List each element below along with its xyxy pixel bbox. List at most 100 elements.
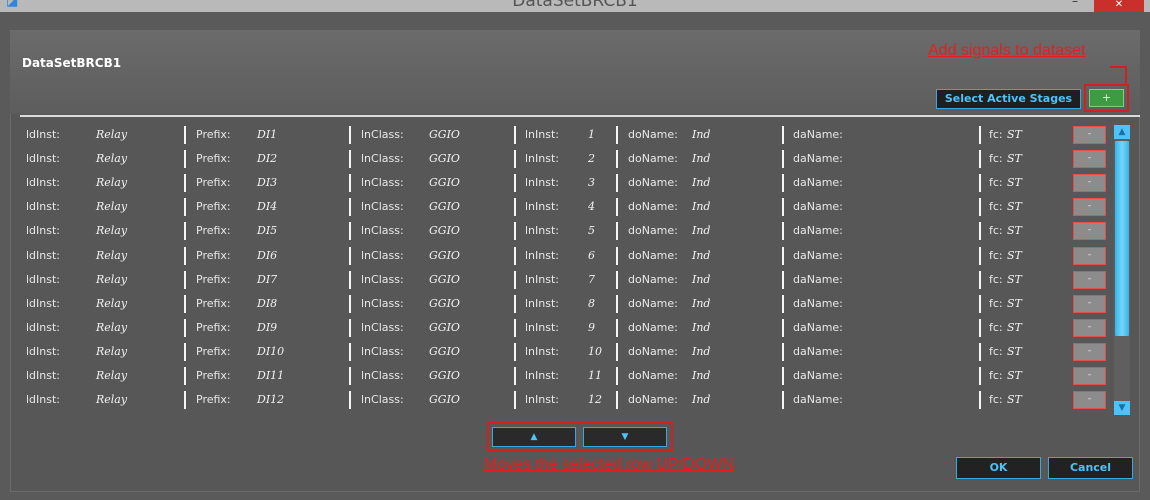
remove-row-button[interactable]: - — [1073, 150, 1106, 169]
column-divider — [349, 126, 351, 144]
column-divider — [782, 126, 784, 144]
field-label-daName: daName: — [793, 272, 843, 286]
field-label-doName: doName: — [628, 176, 678, 190]
field-label-fc: fc: — [989, 369, 1003, 382]
field-label-daName: daName: — [793, 176, 843, 190]
table-row[interactable]: ldInst: Relay Prefix: DI7 lnClass: GGIO lnInst… — [24, 269, 1109, 291]
field-label-doName: doName: — [628, 369, 678, 382]
column-divider — [184, 270, 186, 289]
field-label-fc: fc: — [989, 272, 1003, 286]
field-label-prefix: Prefix: — [196, 200, 231, 214]
table-row[interactable]: ldInst: Relay Prefix: DI5 lnClass: GGIO lnInst… — [24, 220, 1109, 242]
header-separator — [20, 115, 1140, 117]
table-row[interactable]: ldInst: Relay Prefix: DI1 lnClass: GGIO lnInst… — [24, 124, 1109, 146]
scroll-up-arrow-icon[interactable]: ▲ — [1114, 125, 1130, 139]
column-divider — [782, 367, 784, 385]
remove-row-button[interactable]: - — [1073, 174, 1106, 193]
field-label-lnClass: lnClass: — [361, 200, 404, 214]
remove-row-button[interactable]: - — [1073, 246, 1106, 265]
vertical-scrollbar[interactable]: ▲ ▼ — [1114, 125, 1130, 415]
table-row[interactable]: ldInst: Relay Prefix: DI2 lnClass: GGIO lnInst… — [24, 148, 1109, 170]
table-row[interactable]: ldInst: Relay Prefix: DI4 lnClass: GGIO lnInst… — [24, 196, 1109, 218]
field-label-fc: fc: — [989, 296, 1003, 310]
column-divider — [782, 342, 784, 361]
ok-button[interactable]: OK — [956, 457, 1041, 479]
column-divider — [514, 198, 516, 217]
table-row[interactable]: ldInst: Relay Prefix: DI6 lnClass: GGIO lnInst… — [24, 245, 1109, 267]
column-divider — [514, 222, 516, 241]
remove-row-button[interactable]: - — [1073, 391, 1106, 410]
column-divider — [979, 294, 981, 313]
field-value-fc: ST — [1007, 272, 1022, 286]
column-divider — [514, 270, 516, 289]
column-divider — [514, 246, 516, 265]
field-label-daName: daName: — [793, 369, 843, 382]
remove-row-button[interactable]: - — [1073, 126, 1106, 144]
table-row[interactable]: ldInst: Relay Prefix: DI8 lnClass: GGIO lnInst… — [24, 293, 1109, 315]
remove-row-button[interactable]: - — [1073, 198, 1106, 217]
add-signal-button[interactable]: + — [1089, 89, 1124, 107]
column-divider — [782, 198, 784, 217]
field-value-doName: Ind — [692, 320, 711, 334]
field-value-prefix: DI1 — [257, 128, 278, 141]
table-row[interactable]: ldInst: Relay Prefix: DI3 lnClass: GGIO lnInst… — [24, 172, 1109, 194]
field-label-lnInst: lnInst: — [525, 200, 559, 214]
remove-row-button[interactable]: - — [1073, 367, 1106, 385]
field-label-lnInst: lnInst: — [525, 272, 559, 286]
scroll-down-arrow-icon[interactable]: ▼ — [1114, 401, 1130, 415]
column-divider — [782, 150, 784, 169]
field-label-lnInst: lnInst: — [525, 224, 559, 238]
column-divider — [616, 294, 618, 313]
remove-row-button[interactable]: - — [1073, 294, 1106, 313]
field-label-prefix: Prefix: — [196, 369, 231, 382]
column-divider — [979, 318, 981, 337]
close-button[interactable]: ✕ — [1094, 0, 1144, 12]
field-label-lnClass: lnClass: — [361, 176, 404, 190]
field-label-prefix: Prefix: — [196, 152, 231, 166]
column-divider — [782, 246, 784, 265]
field-label-daName: daName: — [793, 296, 843, 310]
field-value-lnClass: GGIO — [429, 320, 460, 334]
field-value-prefix: DI10 — [257, 344, 285, 358]
field-value-lnInst: 8 — [588, 296, 595, 310]
field-value-fc: ST — [1007, 344, 1022, 358]
remove-row-button[interactable]: - — [1073, 318, 1106, 337]
field-label-doName: doName: — [628, 200, 678, 214]
remove-row-button[interactable]: - — [1073, 342, 1106, 361]
column-divider — [514, 294, 516, 313]
field-value-lnInst: 11 — [588, 369, 602, 382]
field-value-lnInst: 4 — [588, 200, 595, 214]
minimize-button[interactable]: – — [1072, 0, 1078, 8]
field-label-ldInst: ldInst: — [26, 393, 61, 407]
remove-row-button[interactable]: - — [1073, 222, 1106, 241]
field-label-prefix: Prefix: — [196, 128, 231, 141]
field-label-lnInst: lnInst: — [525, 176, 559, 190]
field-label-lnClass: lnClass: — [361, 152, 404, 166]
table-row[interactable]: ldInst: Relay Prefix: DI9 lnClass: GGIO lnInst… — [24, 317, 1109, 339]
field-value-lnInst: 7 — [588, 272, 595, 286]
cancel-button[interactable]: Cancel — [1048, 457, 1133, 479]
column-divider — [184, 318, 186, 337]
move-row-down-button[interactable]: ▼ — [583, 427, 667, 447]
field-label-fc: fc: — [989, 224, 1003, 238]
field-label-ldInst: ldInst: — [26, 152, 61, 166]
table-row[interactable]: ldInst: Relay Prefix: DI12 lnClass: GGIO lnIns… — [24, 389, 1109, 411]
column-divider — [349, 367, 351, 385]
remove-row-button[interactable]: - — [1073, 270, 1106, 289]
field-label-lnInst: lnInst: — [525, 296, 559, 310]
field-label-fc: fc: — [989, 128, 1003, 141]
select-active-stages-button[interactable]: Select Active Stages — [936, 89, 1081, 109]
field-label-lnInst: lnInst: — [525, 393, 559, 407]
field-value-ldInst: Relay — [96, 296, 128, 310]
field-value-lnClass: GGIO — [429, 344, 460, 358]
field-value-ldInst: Relay — [96, 248, 128, 262]
table-row[interactable]: ldInst: Relay Prefix: DI11 lnClass: GGIO lnIns… — [24, 365, 1109, 387]
column-divider — [514, 391, 516, 410]
field-value-lnInst: 10 — [588, 344, 602, 358]
field-label-lnClass: lnClass: — [361, 320, 404, 334]
field-value-lnInst: 5 — [588, 224, 595, 238]
scrollbar-thumb[interactable] — [1115, 141, 1129, 336]
column-divider — [514, 126, 516, 144]
move-row-up-button[interactable]: ▲ — [492, 427, 576, 447]
table-row[interactable]: ldInst: Relay Prefix: DI10 lnClass: GGIO lnIns… — [24, 341, 1109, 363]
